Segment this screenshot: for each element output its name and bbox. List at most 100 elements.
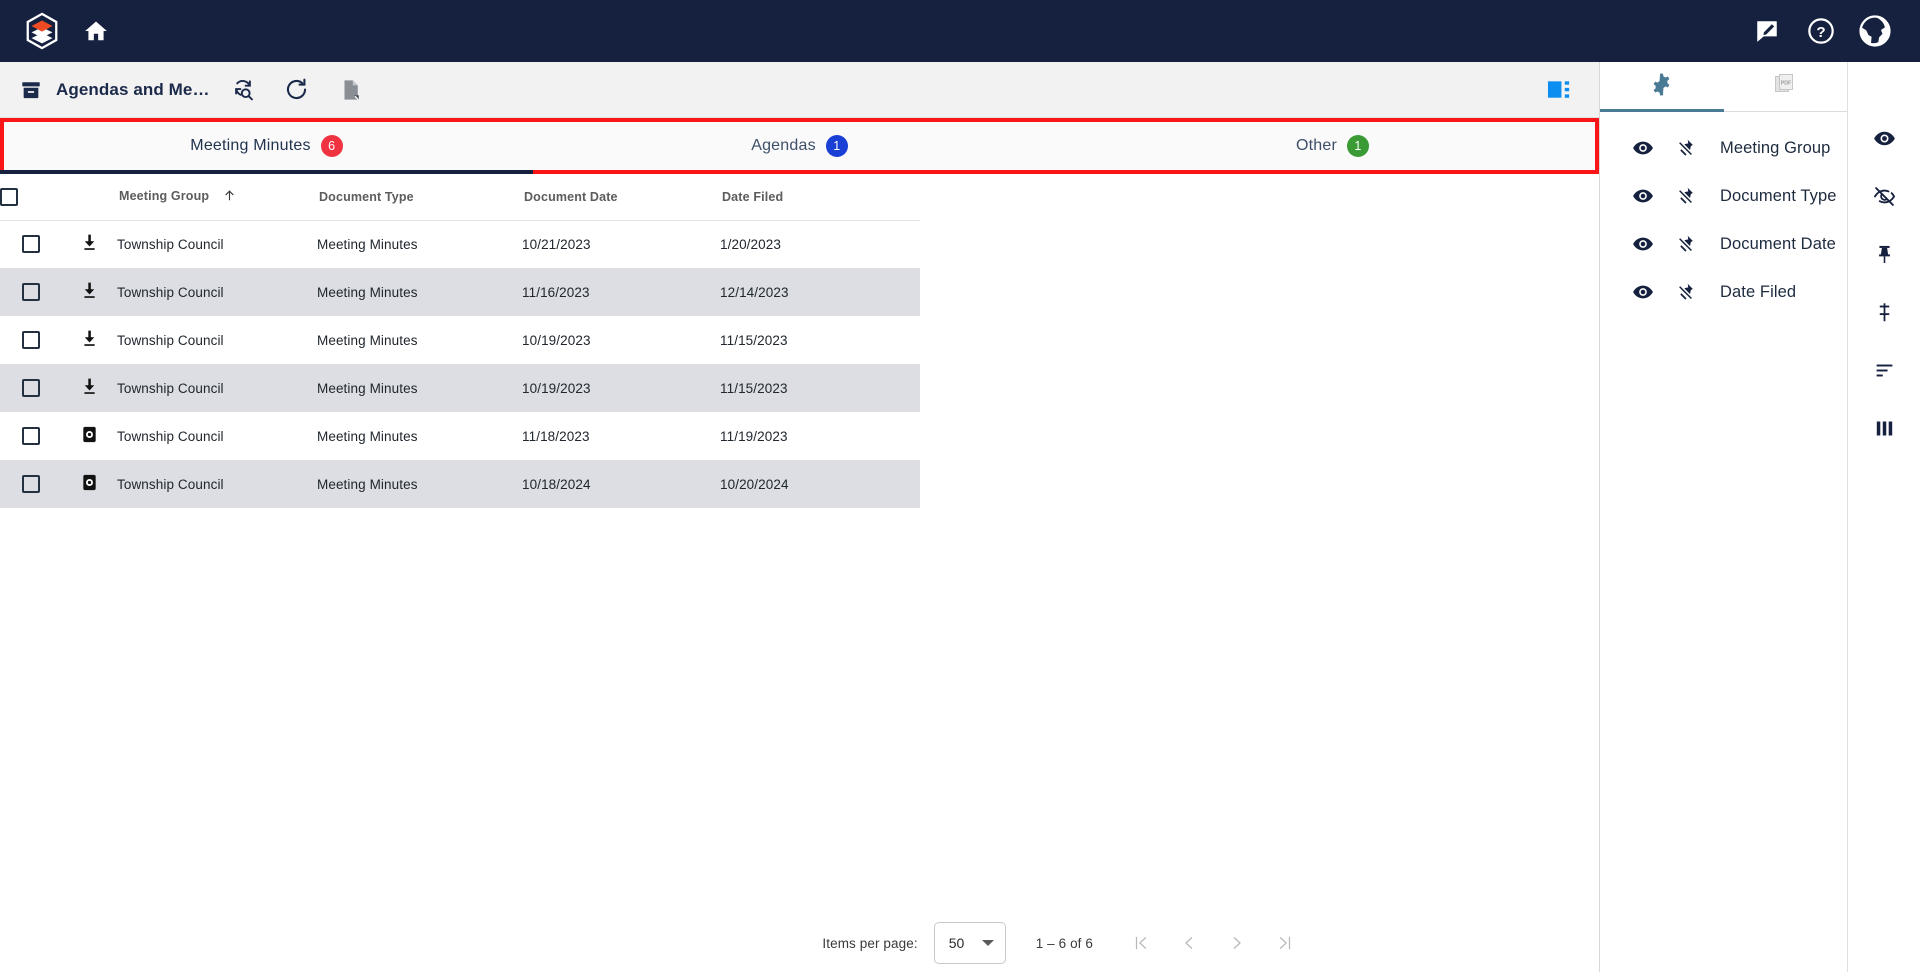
refresh-icon[interactable] <box>276 69 318 111</box>
cell-document-date: 11/16/2023 <box>522 268 720 316</box>
last-page-button[interactable] <box>1261 921 1309 965</box>
cell-document-type: Meeting Minutes <box>317 268 522 316</box>
table-row[interactable]: Township Council Meeting Minutes 11/18/2… <box>0 412 920 460</box>
hide-all-icon[interactable] <box>1864 176 1904 216</box>
row-checkbox[interactable] <box>22 331 40 349</box>
columns-icon[interactable] <box>1864 408 1904 448</box>
table-row[interactable]: Township Council Meeting Minutes 10/19/2… <box>0 316 920 364</box>
tab-agendas[interactable]: Agendas 1 <box>533 122 1066 170</box>
column-header-document-date[interactable]: Document Date <box>522 174 720 220</box>
download-icon[interactable] <box>80 288 99 303</box>
chevron-down-icon <box>982 940 994 946</box>
table-header-row: Meeting Group Document Type <box>0 174 920 220</box>
table-row[interactable]: Township Council Meeting Minutes 11/16/2… <box>0 268 920 316</box>
tab-bar-highlight: Meeting Minutes 6 Agendas 1 Other 1 <box>0 118 1599 174</box>
side-tab-pdf[interactable]: PDF <box>1724 62 1848 111</box>
row-checkbox[interactable] <box>22 283 40 301</box>
cell-document-date: 10/19/2023 <box>522 316 720 364</box>
previous-page-button[interactable] <box>1165 921 1213 965</box>
table-row[interactable]: Township Council Meeting Minutes 10/18/2… <box>0 460 920 508</box>
table-row[interactable]: Township Council Meeting Minutes 10/21/2… <box>0 220 920 268</box>
eye-icon[interactable] <box>1622 137 1664 159</box>
table-row[interactable]: Township Council Meeting Minutes 10/19/2… <box>0 364 920 412</box>
row-checkbox[interactable] <box>22 379 40 397</box>
download-icon[interactable] <box>80 384 99 399</box>
side-panel-main: PDF <box>1600 62 1848 972</box>
row-action-cell <box>62 268 117 316</box>
items-per-page-value: 50 <box>949 935 965 951</box>
toggle-side-panel-icon[interactable] <box>1537 70 1581 110</box>
preview-icon[interactable] <box>80 480 99 495</box>
items-per-page-select[interactable]: 50 <box>934 922 1006 964</box>
row-checkbox[interactable] <box>22 427 40 445</box>
column-label: Meeting Group <box>117 189 209 203</box>
eye-icon[interactable] <box>1622 185 1664 207</box>
svg-text:PDF: PDF <box>1781 81 1791 87</box>
side-panel-tabs: PDF <box>1600 62 1847 112</box>
tab-count-badge: 6 <box>321 135 343 157</box>
row-checkbox[interactable] <box>22 235 40 253</box>
tab-other[interactable]: Other 1 <box>1066 122 1599 170</box>
cell-document-type: Meeting Minutes <box>317 460 522 508</box>
tab-meeting-minutes[interactable]: Meeting Minutes 6 <box>0 122 533 170</box>
cell-document-date: 10/19/2023 <box>522 364 720 412</box>
cell-date-filed: 10/20/2024 <box>720 460 920 508</box>
column-header-date-filed[interactable]: Date Filed <box>720 174 920 220</box>
field-visibility-list: Meeting Group <box>1600 112 1847 316</box>
show-all-icon[interactable] <box>1864 118 1904 158</box>
unpin-all-icon[interactable] <box>1864 292 1904 332</box>
field-row-meeting-group: Meeting Group <box>1600 124 1847 172</box>
main-column: Agendas and Me… <box>0 62 1600 972</box>
cell-meeting-group: Township Council <box>117 412 317 460</box>
first-page-button[interactable] <box>1117 921 1165 965</box>
pdf-icon: PDF <box>1773 72 1797 101</box>
eye-icon[interactable] <box>1622 233 1664 255</box>
cell-document-date: 10/21/2023 <box>522 220 720 268</box>
documents-grid: Meeting Group Document Type <box>0 174 1599 914</box>
download-icon[interactable] <box>80 240 99 255</box>
field-row-document-date: Document Date <box>1600 220 1847 268</box>
tab-count-badge: 1 <box>826 135 848 157</box>
cell-document-type: Meeting Minutes <box>317 412 522 460</box>
row-checkbox[interactable] <box>22 475 40 493</box>
cell-document-type: Meeting Minutes <box>317 364 522 412</box>
column-header-document-type[interactable]: Document Type <box>317 174 522 220</box>
sort-icon[interactable] <box>1864 350 1904 390</box>
help-icon[interactable]: ? <box>1798 8 1844 54</box>
row-select-cell <box>0 460 62 508</box>
row-select-cell <box>0 220 62 268</box>
row-select-cell <box>0 268 62 316</box>
side-panel: PDF <box>1600 62 1920 972</box>
field-row-document-type: Document Type <box>1600 172 1847 220</box>
next-page-button[interactable] <box>1213 921 1261 965</box>
tab-label: Agendas <box>751 137 816 155</box>
globe-icon[interactable] <box>1852 8 1898 54</box>
pin-off-icon[interactable] <box>1664 138 1706 159</box>
side-tab-settings[interactable] <box>1600 62 1724 111</box>
home-icon[interactable] <box>76 11 116 51</box>
pin-all-icon[interactable] <box>1864 234 1904 274</box>
cell-meeting-group: Township Council <box>117 316 317 364</box>
preview-icon[interactable] <box>80 432 99 447</box>
cell-document-type: Meeting Minutes <box>317 220 522 268</box>
cell-document-type: Meeting Minutes <box>317 316 522 364</box>
pin-off-icon[interactable] <box>1664 282 1706 303</box>
row-action-cell <box>62 412 117 460</box>
column-header-meeting-group[interactable]: Meeting Group <box>117 174 317 220</box>
row-action-cell <box>62 364 117 412</box>
app-logo[interactable] <box>22 11 62 51</box>
eye-icon[interactable] <box>1622 281 1664 303</box>
row-action-cell <box>62 316 117 364</box>
export-document-icon[interactable] <box>330 69 372 111</box>
pin-off-icon[interactable] <box>1664 234 1706 255</box>
row-select-cell <box>0 364 62 412</box>
field-row-date-filed: Date Filed <box>1600 268 1847 316</box>
pin-off-icon[interactable] <box>1664 186 1706 207</box>
feedback-icon[interactable] <box>1744 8 1790 54</box>
field-label: Document Date <box>1720 235 1836 254</box>
body-split: Agendas and Me… <box>0 62 1920 972</box>
select-all-checkbox[interactable] <box>0 188 18 206</box>
search-again-icon[interactable] <box>222 69 264 111</box>
cell-document-date: 10/18/2024 <box>522 460 720 508</box>
download-icon[interactable] <box>80 336 99 351</box>
